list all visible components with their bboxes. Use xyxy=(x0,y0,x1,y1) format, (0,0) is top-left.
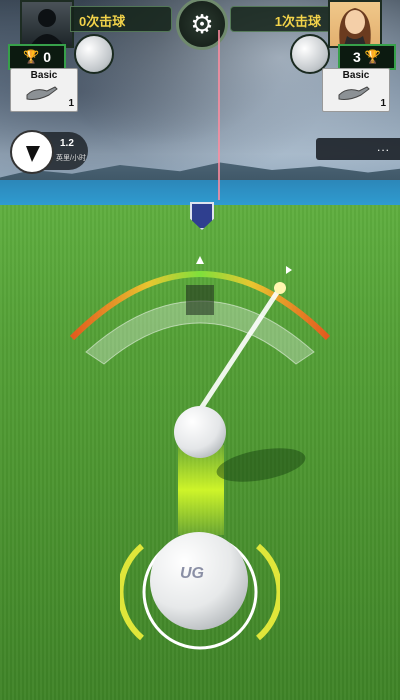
sweet-spot xyxy=(186,285,214,315)
ball-trail xyxy=(178,445,224,535)
game-scene: 0次击球 ⚙ 1次击球 🏆 0 3 🏆 Basic 1 Basic 1 1.2 … xyxy=(0,0,400,700)
golf-ball-on-tee xyxy=(174,406,226,458)
needle-glow xyxy=(274,282,286,294)
ball-brand: UG xyxy=(180,565,204,582)
center-marker-icon xyxy=(196,256,204,264)
target-marker-icon xyxy=(286,266,292,274)
